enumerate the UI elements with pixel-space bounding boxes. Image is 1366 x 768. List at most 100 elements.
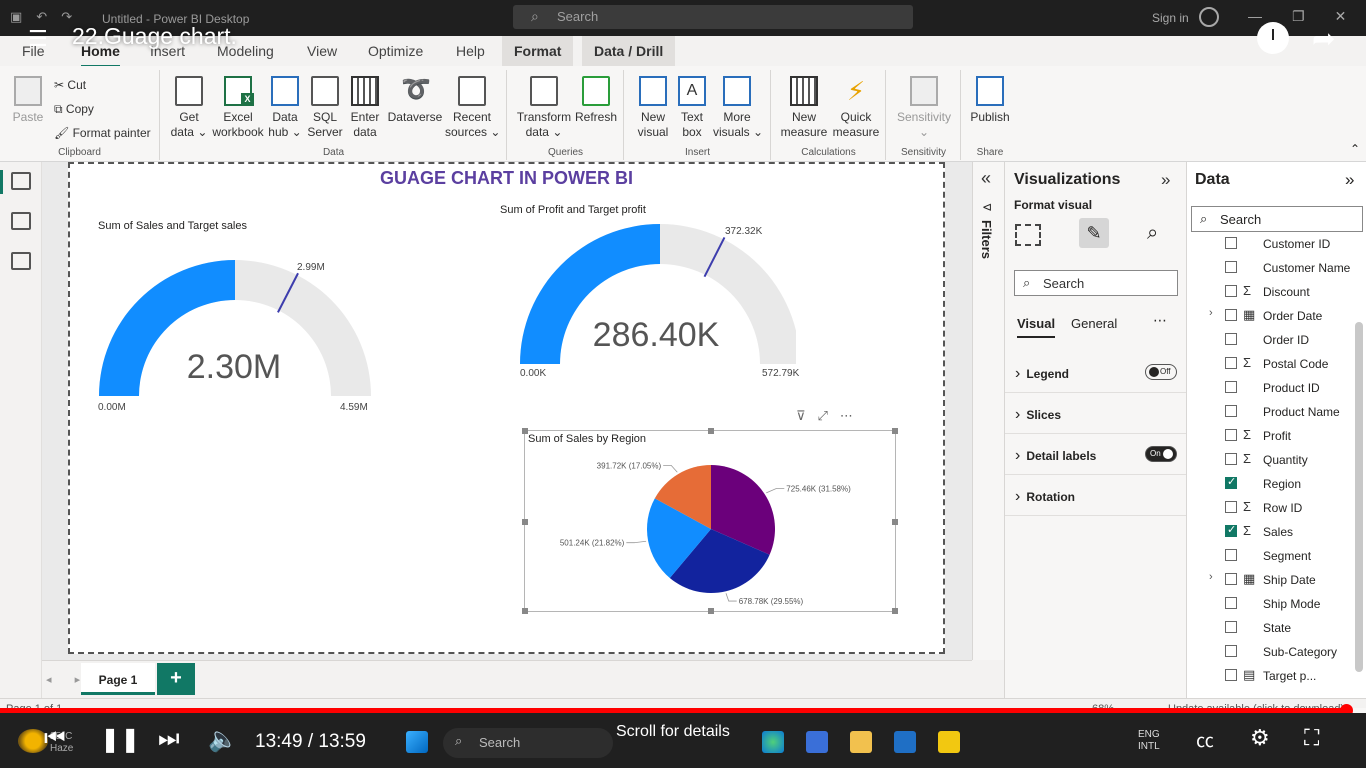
tab-optimize[interactable]: Optimize xyxy=(368,43,423,59)
section-toggle[interactable]: On xyxy=(1145,446,1177,462)
field-item[interactable]: Region xyxy=(1187,472,1357,496)
get-data-button[interactable]: Get data ⌄ xyxy=(167,76,211,140)
transform-data-button[interactable]: Transform data ⌄ xyxy=(516,76,572,140)
field-checkbox[interactable] xyxy=(1225,285,1237,297)
field-checkbox[interactable] xyxy=(1225,309,1237,321)
language-indicator[interactable]: ENG INTL xyxy=(1138,729,1160,753)
field-checkbox[interactable] xyxy=(1225,621,1237,633)
tab-view[interactable]: View xyxy=(307,43,337,59)
tab-format[interactable]: Format xyxy=(502,36,574,66)
field-item[interactable]: Ship Mode xyxy=(1187,592,1357,616)
tab-visual[interactable]: Visual xyxy=(1017,316,1056,338)
redo-icon[interactable]: ↷ xyxy=(61,9,72,25)
watch-later-icon[interactable] xyxy=(1257,22,1289,54)
field-item[interactable]: Customer ID xyxy=(1187,232,1357,256)
quick-measure-button[interactable]: ⚡ Quick measure xyxy=(830,76,882,140)
data-hub-button[interactable]: Data hub ⌄ xyxy=(267,76,303,140)
filter-icon[interactable]: ⊽ xyxy=(796,408,806,424)
field-checkbox[interactable] xyxy=(1225,381,1237,393)
captions-icon[interactable]: ㏄ xyxy=(1196,727,1214,753)
refresh-button[interactable]: Refresh xyxy=(574,76,618,125)
format-section[interactable]: Detail labels On xyxy=(1005,434,1187,475)
tab-home[interactable]: Home xyxy=(81,43,120,68)
publish-button[interactable]: Publish xyxy=(968,76,1012,125)
tab-insert[interactable]: Insert xyxy=(150,43,185,59)
field-checkbox[interactable] xyxy=(1225,453,1237,465)
field-item[interactable]: Product Name xyxy=(1187,400,1357,424)
previous-icon[interactable]: ⏮ xyxy=(44,725,66,753)
close-icon[interactable]: ✕ xyxy=(1335,8,1347,25)
field-item[interactable]: Product ID xyxy=(1187,376,1357,400)
field-checkbox[interactable] xyxy=(1225,597,1237,609)
field-checkbox[interactable] xyxy=(1225,669,1237,681)
format-section[interactable]: Slices xyxy=(1005,393,1187,434)
profit-gauge-visual[interactable]: Sum of Profit and Target profit 286.40K … xyxy=(496,202,799,392)
data-pane-scrollbar[interactable] xyxy=(1355,322,1363,672)
format-paintbrush-icon[interactable]: ✎ xyxy=(1079,218,1109,248)
cut-button[interactable]: ✂ Cut xyxy=(54,78,86,92)
model-view-icon[interactable] xyxy=(11,252,31,270)
minimize-icon[interactable]: — xyxy=(1248,8,1262,25)
collapse-visualizations-icon[interactable]: » xyxy=(1161,170,1170,190)
field-checkbox[interactable] xyxy=(1225,645,1237,657)
sensitivity-button[interactable]: Sensitivity ⌄ xyxy=(891,76,957,140)
format-painter-button[interactable]: 🖌 Format painter xyxy=(54,126,151,140)
copy-button[interactable]: ⧉ Copy xyxy=(54,102,94,117)
field-item[interactable]: › ▦ Ship Date xyxy=(1187,568,1357,592)
format-section[interactable]: Rotation xyxy=(1005,475,1187,516)
field-checkbox[interactable] xyxy=(1225,501,1237,513)
field-item[interactable]: Σ Quantity xyxy=(1187,448,1357,472)
report-page[interactable]: GUAGE CHART IN POWER BI Sum of Sales and… xyxy=(68,162,945,654)
paste-button[interactable]: Paste xyxy=(10,76,46,125)
field-checkbox[interactable] xyxy=(1225,405,1237,417)
collapse-ribbon-icon[interactable]: ⌃ xyxy=(1350,142,1360,156)
report-view-icon[interactable] xyxy=(0,170,31,194)
add-page-button[interactable]: + xyxy=(157,663,195,695)
settings-gear-icon[interactable]: ⚙ xyxy=(1250,725,1270,751)
playlist-menu-icon[interactable]: ☰ xyxy=(28,26,48,52)
field-item[interactable]: Σ Postal Code xyxy=(1187,352,1357,376)
tab-general[interactable]: General xyxy=(1071,316,1117,331)
expand-chevron-icon[interactable]: › xyxy=(1209,571,1213,583)
more-options-icon[interactable]: ⋯ xyxy=(840,408,853,424)
filters-label[interactable]: Filters xyxy=(979,220,994,259)
tab-modeling[interactable]: Modeling xyxy=(217,43,274,59)
expand-filters-icon[interactable]: « xyxy=(981,168,991,189)
field-item[interactable]: Order ID xyxy=(1187,328,1357,352)
section-toggle[interactable]: Off xyxy=(1145,364,1177,380)
field-item[interactable]: State xyxy=(1187,616,1357,640)
sign-in-link[interactable]: Sign in xyxy=(1152,11,1189,25)
scroll-for-details[interactable]: Scroll for details xyxy=(616,723,730,741)
title-search-box[interactable]: ⌕ Search xyxy=(513,5,913,29)
field-item[interactable]: Segment xyxy=(1187,544,1357,568)
sales-gauge-visual[interactable]: Sum of Sales and Target sales 2.30M 0.00… xyxy=(94,218,384,418)
field-checkbox[interactable] xyxy=(1225,475,1237,489)
excel-workbook-button[interactable]: Excel workbook xyxy=(211,76,265,140)
field-checkbox[interactable] xyxy=(1225,573,1237,585)
new-visual-button[interactable]: New visual xyxy=(633,76,673,140)
restore-icon[interactable]: ❐ xyxy=(1292,8,1305,25)
field-item[interactable]: Sub-Category xyxy=(1187,640,1357,664)
fullscreen-icon[interactable]: ⛶ xyxy=(1304,725,1319,751)
build-visual-icon[interactable] xyxy=(1015,224,1041,246)
mail-icon[interactable] xyxy=(894,731,916,753)
recent-sources-button[interactable]: Recent sources ⌄ xyxy=(445,76,500,140)
text-box-button[interactable]: A Text box xyxy=(675,76,709,140)
focus-mode-icon[interactable]: ⤢ xyxy=(818,408,828,424)
share-icon[interactable]: ➦ xyxy=(1312,22,1335,55)
new-measure-button[interactable]: New measure xyxy=(780,76,828,140)
field-item[interactable]: › ▦ Order Date xyxy=(1187,304,1357,328)
avatar-icon[interactable] xyxy=(1199,7,1219,27)
expand-chevron-icon[interactable]: › xyxy=(1209,307,1213,319)
enter-data-button[interactable]: Enter data xyxy=(347,76,383,140)
field-item[interactable]: Customer Name xyxy=(1187,256,1357,280)
field-item[interactable]: Σ Profit xyxy=(1187,424,1357,448)
table-view-icon[interactable] xyxy=(11,212,31,230)
store-icon[interactable] xyxy=(806,731,828,753)
file-explorer-icon[interactable] xyxy=(850,731,872,753)
field-checkbox[interactable] xyxy=(1225,549,1237,561)
field-checkbox[interactable] xyxy=(1225,261,1237,273)
field-item[interactable]: Σ Row ID xyxy=(1187,496,1357,520)
field-item[interactable]: Σ Discount xyxy=(1187,280,1357,304)
page-tab-page1[interactable]: Page 1 xyxy=(81,663,155,695)
